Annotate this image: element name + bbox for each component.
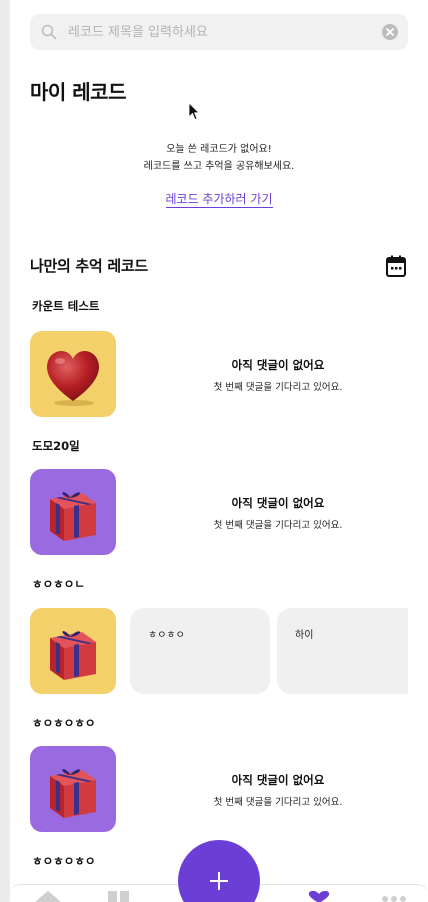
- no-comment-title: 아직 댓글이 없어요: [231, 358, 325, 372]
- no-comment: 아직 댓글이 없어요 첫 번째 댓글을 기다리고 있어요.: [128, 772, 428, 808]
- search-icon: [41, 24, 57, 40]
- record-title: ㅎㅇㅎㅇㄴ: [32, 577, 85, 591]
- page-title: 마이 레코드: [30, 80, 126, 104]
- grid-icon[interactable]: [108, 891, 130, 902]
- comment-card[interactable]: 하이: [277, 608, 408, 694]
- gift-icon: [50, 769, 96, 818]
- no-comment-sub: 첫 번째 댓글을 기다리고 있어요.: [213, 520, 343, 531]
- heart-icon: [47, 350, 99, 406]
- app-screen: 마이 레코드 오늘 쓴 레코드가 없어요! 레코드를 쓰고 추억을 공유해보세요…: [10, 0, 428, 902]
- clear-icon[interactable]: [382, 24, 398, 40]
- no-comment-title: 아직 댓글이 없어요: [231, 773, 325, 787]
- gift-icon: [50, 492, 96, 541]
- add-record-link-wrap: 레코드 추가하러 가기: [10, 188, 428, 208]
- heart-icon[interactable]: [308, 891, 330, 902]
- today-empty-line2: 레코드를 쓰고 추억을 공유해보세요.: [143, 161, 295, 172]
- cursor-icon: [188, 102, 200, 121]
- section-title: 나만의 추억 레코드: [30, 257, 148, 275]
- no-comment: 아직 댓글이 없어요 첫 번째 댓글을 기다리고 있어요.: [128, 495, 428, 531]
- comment-card[interactable]: ㅎㅇㅎㅇ: [130, 608, 270, 694]
- record-title: 카운트 테스트: [32, 299, 100, 313]
- record-thumbnail[interactable]: [30, 608, 116, 694]
- record-thumbnail[interactable]: [30, 331, 116, 417]
- gift-icon: [50, 631, 96, 680]
- add-record-button[interactable]: [178, 840, 260, 902]
- home-icon[interactable]: [36, 891, 60, 902]
- comment-text: 하이: [295, 630, 314, 641]
- no-comment: 아직 댓글이 없어요 첫 번째 댓글을 기다리고 있어요.: [128, 357, 428, 393]
- record-thumbnail[interactable]: [30, 746, 116, 832]
- record-title: ㅎㅇㅎㅇㅎㅇ: [32, 716, 96, 730]
- no-comment-sub: 첫 번째 댓글을 기다리고 있어요.: [213, 797, 343, 808]
- calendar-icon[interactable]: [386, 255, 406, 277]
- no-comment-sub: 첫 번째 댓글을 기다리고 있어요.: [213, 382, 343, 393]
- more-icon[interactable]: [382, 891, 406, 902]
- search-input[interactable]: [68, 14, 368, 50]
- record-thumbnail[interactable]: [30, 469, 116, 555]
- search-bar[interactable]: [30, 14, 408, 50]
- record-title: ㅎㅇㅎㅇㅎㅇ: [32, 854, 96, 868]
- comment-text: ㅎㅇㅎㅇ: [148, 630, 185, 641]
- add-record-link[interactable]: 레코드 추가하러 가기: [165, 192, 273, 208]
- no-comment-title: 아직 댓글이 없어요: [231, 496, 325, 510]
- today-empty-line1: 오늘 쓴 레코드가 없어요!: [166, 144, 272, 155]
- record-title: 도모20일: [32, 439, 80, 453]
